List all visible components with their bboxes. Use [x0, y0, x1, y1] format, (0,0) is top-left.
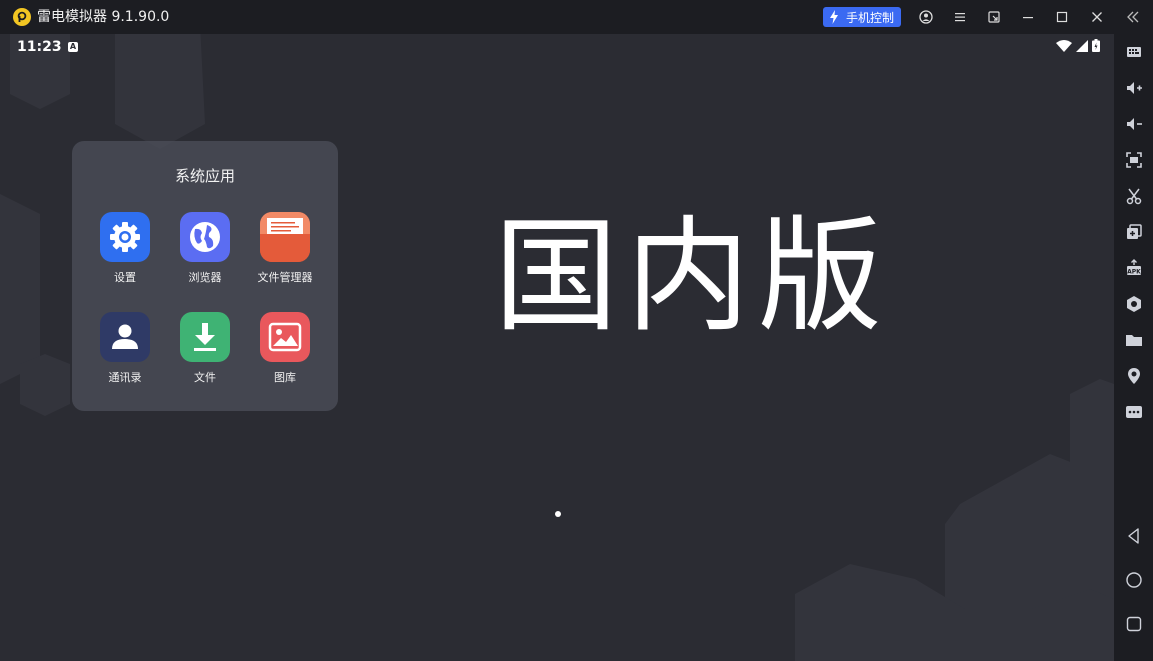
phone-control-label: 手机控制: [846, 10, 895, 25]
globe-icon: [180, 212, 230, 262]
status-icons: [1056, 39, 1100, 52]
location-icon[interactable]: [1124, 366, 1144, 386]
android-screen[interactable]: 11:23 A 系统应用 设置 浏览器 文件管理器 通讯录 文件 图库 国内版: [0, 34, 1114, 661]
window-restore-icon[interactable]: [986, 9, 1002, 25]
system-apps-folder: 系统应用 设置 浏览器 文件管理器 通讯录 文件 图库: [72, 141, 338, 411]
sidebar-collapse-icon[interactable]: [1125, 9, 1141, 25]
window-title: 雷电模拟器 9.1.90.0: [37, 9, 170, 25]
app-label: 文件管理器: [257, 271, 313, 284]
app-label: 设置: [114, 271, 136, 284]
title-bar: 雷电模拟器 9.1.90.0 手机控制: [0, 0, 1153, 34]
maximize-icon[interactable]: [1054, 9, 1070, 25]
app-settings[interactable]: 设置: [85, 212, 165, 285]
app-logo-icon: [13, 8, 31, 26]
app-gallery[interactable]: 图库: [245, 312, 325, 385]
contacts-icon: [100, 312, 150, 362]
edition-watermark: 国内版: [494, 205, 891, 349]
battery-icon: [1092, 39, 1100, 52]
folder-title: 系统应用: [174, 167, 235, 185]
app-file-manager[interactable]: 文件管理器: [245, 212, 325, 285]
multi-instance-icon[interactable]: [1124, 222, 1144, 242]
close-icon[interactable]: [1089, 9, 1105, 25]
app-files[interactable]: 文件: [165, 312, 245, 385]
back-icon[interactable]: [1124, 526, 1144, 546]
status-time: 11:23: [17, 39, 62, 55]
phone-control-button[interactable]: 手机控制: [823, 7, 901, 27]
folder-icon[interactable]: [1124, 330, 1144, 350]
app-label: 通讯录: [108, 371, 142, 384]
lightning-icon: [830, 10, 838, 24]
more-icon[interactable]: [1124, 402, 1144, 422]
file-manager-icon: [260, 212, 310, 262]
menu-icon[interactable]: [952, 9, 968, 25]
download-icon: [180, 312, 230, 362]
apk-install-icon[interactable]: APK: [1124, 258, 1144, 278]
app-browser[interactable]: 浏览器: [165, 212, 245, 285]
home-icon[interactable]: [1124, 570, 1144, 590]
gallery-icon: [260, 312, 310, 362]
app-label: 文件: [194, 371, 216, 384]
recents-icon[interactable]: [1124, 614, 1144, 634]
app-contacts[interactable]: 通讯录: [85, 312, 165, 385]
user-account-icon[interactable]: [918, 9, 934, 25]
svg-text:APK: APK: [1127, 269, 1141, 276]
settings-icon: [100, 212, 150, 262]
screenshot-icon[interactable]: [1124, 150, 1144, 170]
settings-hex-icon[interactable]: [1124, 294, 1144, 314]
volume-up-icon[interactable]: [1124, 78, 1144, 98]
emulator-sidebar: APK: [1114, 34, 1153, 661]
wifi-icon: [1056, 39, 1072, 52]
signal-icon: [1076, 39, 1088, 52]
scissors-icon[interactable]: [1124, 186, 1144, 206]
minimize-icon[interactable]: [1020, 9, 1036, 25]
keyboard-icon[interactable]: [1124, 42, 1144, 62]
app-label: 浏览器: [188, 271, 222, 284]
volume-down-icon[interactable]: [1124, 114, 1144, 134]
status-badge: A: [68, 42, 78, 52]
app-label: 图库: [274, 371, 296, 384]
page-indicator-dot: [555, 511, 561, 517]
